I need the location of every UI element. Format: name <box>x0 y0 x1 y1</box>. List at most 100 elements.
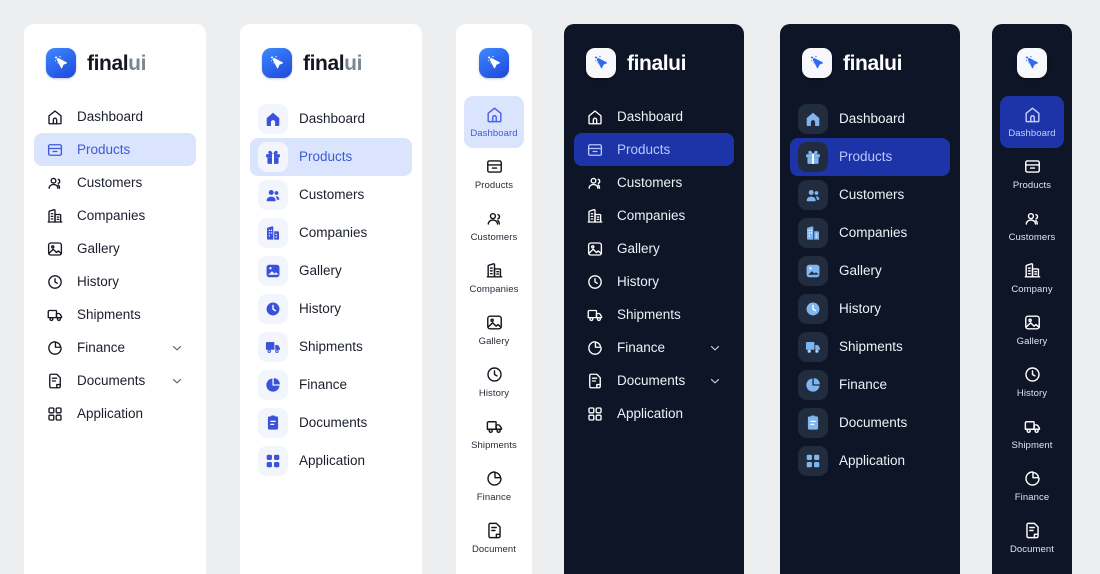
nav-item-gallery[interactable]: Gallery <box>574 232 734 265</box>
rail-item-dashboard[interactable]: Dashboard <box>464 96 524 148</box>
nav-item-documents[interactable]: Documents <box>250 404 412 442</box>
nav-item-shipments[interactable]: Shipments <box>790 328 950 366</box>
rail-item-finance[interactable]: Finance <box>464 460 524 512</box>
rail-item-companies[interactable]: Companies <box>464 252 524 304</box>
chevron-down-icon[interactable] <box>708 374 722 388</box>
grid-icon <box>586 405 604 423</box>
nav-item-companies[interactable]: Companies <box>250 214 412 252</box>
rail-item-dashboard[interactable]: Dashboard <box>1000 96 1064 148</box>
clock-icon <box>798 294 828 324</box>
brand-logo[interactable] <box>992 24 1072 86</box>
truck-icon <box>798 332 828 362</box>
nav-list: Dashboard Products Customers Companies Galle… <box>24 86 206 430</box>
nav-list: Dashboard Products Customers Company Gallery… <box>992 86 1072 564</box>
truck-icon <box>586 306 604 324</box>
nav-item-documents[interactable]: Documents <box>574 364 734 397</box>
chevron-down-icon[interactable] <box>170 374 184 388</box>
nav-item-customers[interactable]: Customers <box>250 176 412 214</box>
nav-item-label: Gallery <box>839 263 882 279</box>
nav-item-label: Customers <box>839 187 905 203</box>
nav-item-history[interactable]: History <box>574 265 734 298</box>
nav-item-dashboard[interactable]: Dashboard <box>250 100 412 138</box>
nav-item-documents[interactable]: Documents <box>34 364 196 397</box>
nav-item-shipments[interactable]: Shipments <box>574 298 734 331</box>
rail-item-finance[interactable]: Finance <box>1000 460 1064 512</box>
chevron-down-icon[interactable] <box>708 341 722 355</box>
rail-item-company[interactable]: Company <box>1000 252 1064 304</box>
sidebar-panel-light-outline: finalui Dashboard Products Customers Compani… <box>24 24 206 574</box>
nav-item-finance[interactable]: Finance <box>574 331 734 364</box>
nav-item-products[interactable]: Products <box>34 133 196 166</box>
nav-item-gallery[interactable]: Gallery <box>250 252 412 290</box>
brand-logo[interactable]: finalui <box>780 24 960 86</box>
cursor-sparkle-icon <box>802 48 832 78</box>
nav-item-companies[interactable]: Companies <box>34 199 196 232</box>
rail-item-history[interactable]: History <box>1000 356 1064 408</box>
rail-item-label: Company <box>1011 284 1053 296</box>
nav-item-companies[interactable]: Companies <box>790 214 950 252</box>
pie-chart-icon <box>1023 469 1042 488</box>
nav-item-gallery[interactable]: Gallery <box>790 252 950 290</box>
nav-item-label: Products <box>839 149 893 165</box>
nav-item-application[interactable]: Application <box>574 397 734 430</box>
chevron-down-icon[interactable] <box>170 341 184 355</box>
brand-logo[interactable]: finalui <box>240 24 422 86</box>
nav-item-application[interactable]: Application <box>790 442 950 480</box>
nav-item-history[interactable]: History <box>250 290 412 328</box>
nav-item-application[interactable]: Application <box>34 397 196 430</box>
nav-item-label: Shipments <box>299 339 363 355</box>
nav-item-documents[interactable]: Documents <box>790 404 950 442</box>
rail-item-history[interactable]: History <box>464 356 524 408</box>
nav-item-history[interactable]: History <box>790 290 950 328</box>
rail-item-shipments[interactable]: Shipments <box>464 408 524 460</box>
rail-item-document[interactable]: Document <box>1000 512 1064 564</box>
cursor-sparkle-icon <box>586 48 616 78</box>
sidebar-variants-board: finalui Dashboard Products Customers Compani… <box>0 0 1100 574</box>
nav-item-label: Customers <box>77 174 143 190</box>
nav-item-history[interactable]: History <box>34 265 196 298</box>
home-icon <box>586 108 604 126</box>
nav-item-gallery[interactable]: Gallery <box>34 232 196 265</box>
nav-item-customers[interactable]: Customers <box>790 176 950 214</box>
image-icon <box>485 313 504 332</box>
rail-item-label: Gallery <box>1016 336 1048 348</box>
rail-item-shipment[interactable]: Shipment <box>1000 408 1064 460</box>
nav-item-customers[interactable]: Customers <box>34 166 196 199</box>
nav-item-application[interactable]: Application <box>250 442 412 480</box>
clock-icon <box>1023 365 1042 384</box>
rail-item-document[interactable]: Document <box>464 512 524 564</box>
nav-item-companies[interactable]: Companies <box>574 199 734 232</box>
users-icon <box>46 174 64 192</box>
nav-item-products[interactable]: Products <box>250 138 412 176</box>
rail-item-label: Products <box>474 180 514 192</box>
nav-item-products[interactable]: Products <box>790 138 950 176</box>
nav-item-shipments[interactable]: Shipments <box>250 328 412 366</box>
nav-item-finance[interactable]: Finance <box>34 331 196 364</box>
brand-logo[interactable] <box>456 24 532 86</box>
rail-item-customers[interactable]: Customers <box>464 200 524 252</box>
nav-item-products[interactable]: Products <box>574 133 734 166</box>
nav-item-customers[interactable]: Customers <box>574 166 734 199</box>
clock-icon <box>485 365 504 384</box>
nav-item-dashboard[interactable]: Dashboard <box>574 100 734 133</box>
rail-item-customers[interactable]: Customers <box>1000 200 1064 252</box>
image-icon <box>46 240 64 258</box>
nav-item-dashboard[interactable]: Dashboard <box>790 100 950 138</box>
home-icon <box>258 104 288 134</box>
users-icon <box>798 180 828 210</box>
rail-item-gallery[interactable]: Gallery <box>1000 304 1064 356</box>
nav-item-finance[interactable]: Finance <box>790 366 950 404</box>
brand-logo[interactable]: finalui <box>24 24 206 86</box>
rail-item-label: Customers <box>470 232 518 244</box>
truck-icon <box>46 306 64 324</box>
nav-item-dashboard[interactable]: Dashboard <box>34 100 196 133</box>
rail-item-products[interactable]: Products <box>464 148 524 200</box>
brand-logo[interactable]: finalui <box>564 24 744 86</box>
nav-item-finance[interactable]: Finance <box>250 366 412 404</box>
rail-item-products[interactable]: Products <box>1000 148 1064 200</box>
document-icon <box>258 408 288 438</box>
nav-item-shipments[interactable]: Shipments <box>34 298 196 331</box>
nav-item-label: Customers <box>617 174 683 190</box>
image-icon <box>798 256 828 286</box>
rail-item-gallery[interactable]: Gallery <box>464 304 524 356</box>
